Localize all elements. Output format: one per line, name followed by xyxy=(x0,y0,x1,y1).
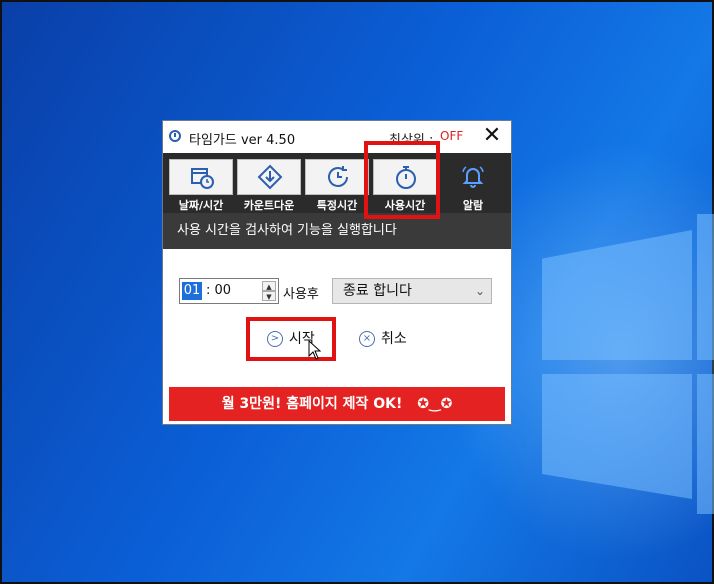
window-title: 타임가드 ver 4.50 xyxy=(189,133,296,148)
tab-date-time-box xyxy=(169,159,233,195)
stepper-arrows[interactable]: ▲ ▼ xyxy=(262,281,276,301)
action-select[interactable]: 종료 합니다 ⌄ xyxy=(332,278,492,304)
clock-icon xyxy=(169,130,181,142)
tab-label: 카운트다운 xyxy=(243,199,295,212)
tab-date-time[interactable]: 날짜/시간 xyxy=(169,159,233,212)
stepper-up-icon[interactable]: ▲ xyxy=(262,281,276,291)
tab-alarm[interactable]: 알람 xyxy=(441,159,505,212)
minutes-field[interactable]: : 00 xyxy=(206,282,231,300)
highlight-box xyxy=(364,141,440,219)
description-banner: 사용 시간을 검사하여 기능을 실행합니다 xyxy=(163,213,511,249)
highlight-box xyxy=(246,317,336,361)
title-bar: 타임가드 ver 4.50 최상위 : OFF ✕ xyxy=(163,121,511,153)
toolbar: 날짜/시간 카운트다운 특정시간 사용시간 알람 xyxy=(163,153,511,213)
tab-alarm-box xyxy=(441,159,505,195)
ad-banner[interactable]: 월 3만원! 홈페이지 제작 OK! ✪‿✪ xyxy=(169,387,505,421)
tab-countdown[interactable]: 카운트다운 xyxy=(237,159,301,212)
logo-pane xyxy=(697,214,714,360)
bell-icon xyxy=(462,166,484,188)
clock-refresh-icon xyxy=(328,166,348,187)
tab-specific-time[interactable]: 특정시간 xyxy=(305,159,369,212)
mouse-cursor-icon xyxy=(308,340,322,360)
tab-label: 알람 xyxy=(462,199,484,212)
time-stepper[interactable]: 01 : 00 ▲ ▼ xyxy=(179,278,279,304)
close-circle-icon: × xyxy=(359,331,375,347)
after-use-label: 사용후 xyxy=(283,287,319,302)
calendar-clock-icon xyxy=(191,168,214,189)
action-select-value: 종료 합니다 xyxy=(343,283,412,299)
countdown-arrow-icon xyxy=(257,164,283,190)
logo-pane xyxy=(697,374,714,514)
timeguard-window: 타임가드 ver 4.50 최상위 : OFF ✕ 날짜/시간 카운트다운 특정… xyxy=(162,120,512,425)
close-button[interactable]: ✕ xyxy=(481,125,503,147)
ad-text: 월 3만원! 홈페이지 제작 OK! xyxy=(221,396,403,412)
stepper-down-icon[interactable]: ▼ xyxy=(262,291,276,301)
tab-specific-time-box xyxy=(305,159,369,195)
ad-emoticon: ✪‿✪ xyxy=(417,396,453,412)
hours-field[interactable]: 01 xyxy=(182,282,202,300)
cancel-button[interactable]: × 취소 xyxy=(359,328,407,348)
cancel-label: 취소 xyxy=(381,331,407,347)
tab-label: 날짜/시간 xyxy=(178,199,224,212)
chevron-down-icon: ⌄ xyxy=(474,284,485,298)
topmost-toggle[interactable]: OFF xyxy=(440,129,463,143)
tab-label: 특정시간 xyxy=(316,199,358,212)
tab-countdown-box xyxy=(237,159,301,195)
